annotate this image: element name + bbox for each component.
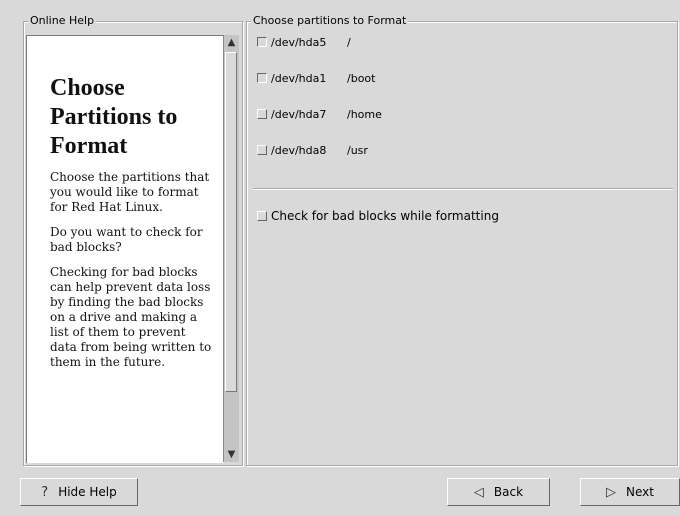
next-label: Next [626,485,654,499]
question-mark-icon: ? [41,484,49,500]
next-button[interactable]: ▷ Next [580,478,680,506]
partitions-frame-label: Choose partitions to Format [251,14,409,28]
partition-row-hda5[interactable]: /dev/hda5 / [257,34,351,50]
help-paragraph: Checking for bad blocks can help prevent… [50,265,212,369]
partition-row-hda8[interactable]: /dev/hda8 /usr [257,142,368,158]
partition-device: /dev/hda7 [271,107,327,121]
partition-row-hda1[interactable]: /dev/hda1 /boot [257,70,375,86]
help-title: Choose Partitions to Format [50,75,178,159]
hide-help-button[interactable]: ? Hide Help [20,478,138,506]
hide-help-label: Hide Help [58,485,117,499]
partition-checkbox[interactable] [257,109,267,119]
partitions-format-frame: Choose partitions to Format /dev/hda5 / … [246,14,678,466]
scroll-up-arrow-icon[interactable]: ▲ [224,35,239,50]
back-arrow-icon: ◁ [473,484,484,500]
bad-blocks-label: Check for bad blocks while formatting [271,209,499,223]
partition-mount: / [347,35,351,49]
online-help-label: Online Help [28,14,97,28]
online-help-frame: Online Help Choose Partitions to Format … [23,14,243,466]
partition-row-hda7[interactable]: /dev/hda7 /home [257,106,382,122]
partition-checkbox[interactable] [257,145,267,155]
help-paragraph: Do you want to check for bad blocks? [50,225,203,254]
partition-device: /dev/hda1 [271,71,327,85]
next-arrow-icon: ▷ [606,484,617,500]
partition-checkbox[interactable] [257,37,267,47]
bad-blocks-checkbox[interactable] [257,211,267,221]
separator [253,188,673,190]
back-label: Back [493,485,524,499]
scrollbar-thumb[interactable] [225,52,237,392]
partition-mount: /usr [347,143,368,157]
partition-mount: /boot [347,71,376,85]
back-button[interactable]: ◁ Back [447,478,550,506]
partition-device: /dev/hda8 [271,143,327,157]
partition-mount: /home [347,107,382,121]
help-text-panel[interactable]: Choose Partitions to Format Choose the p… [26,35,223,463]
partition-device: /dev/hda5 [271,35,327,49]
bad-blocks-option[interactable]: Check for bad blocks while formatting [257,208,499,224]
scroll-down-arrow-icon[interactable]: ▼ [224,447,239,462]
help-scrollbar[interactable]: ▲ ▼ [223,35,239,462]
partition-checkbox[interactable] [257,73,267,83]
help-content: Choose Partitions to Format Choose the p… [27,36,223,370]
help-paragraph: Choose the partitions that you would lik… [50,170,210,214]
